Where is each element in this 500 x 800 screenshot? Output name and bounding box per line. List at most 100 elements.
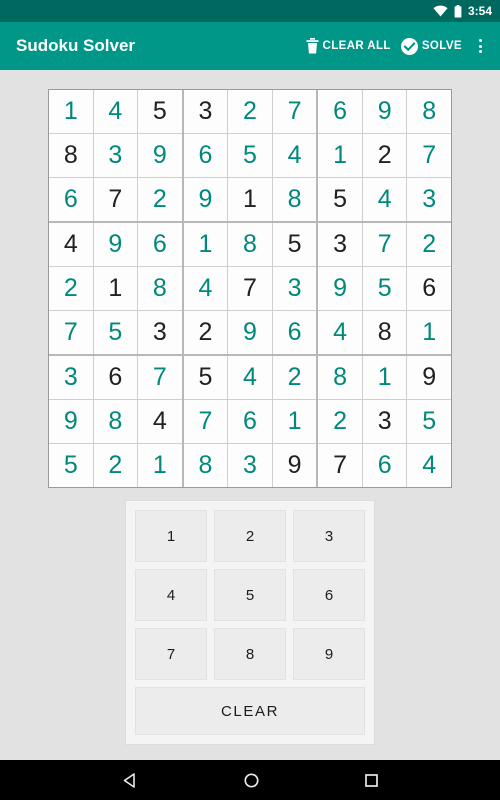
sudoku-cell[interactable]: 4 — [407, 444, 451, 487]
sudoku-cell[interactable]: 6 — [183, 134, 228, 177]
sudoku-cell[interactable]: 6 — [49, 178, 93, 221]
sudoku-cell[interactable]: 2 — [272, 356, 317, 399]
number-button-5[interactable]: 5 — [214, 569, 286, 621]
number-button-1[interactable]: 1 — [135, 510, 207, 562]
sudoku-cell[interactable]: 8 — [183, 444, 228, 487]
sudoku-cell[interactable]: 7 — [407, 134, 451, 177]
sudoku-cell[interactable]: 8 — [362, 311, 407, 354]
sudoku-box: 372 956 481 — [318, 223, 451, 354]
sudoku-cell[interactable]: 4 — [93, 90, 138, 133]
sudoku-cell[interactable]: 3 — [228, 444, 272, 487]
clear-button[interactable]: CLEAR — [135, 687, 365, 735]
sudoku-cell[interactable]: 5 — [93, 311, 138, 354]
sudoku-cell[interactable]: 2 — [138, 178, 182, 221]
number-button-4[interactable]: 4 — [135, 569, 207, 621]
more-vert-icon[interactable] — [472, 39, 488, 53]
sudoku-cell[interactable]: 9 — [49, 400, 93, 443]
sudoku-cell[interactable]: 6 — [318, 90, 362, 133]
sudoku-cell[interactable]: 4 — [272, 134, 317, 177]
sudoku-cell[interactable]: 7 — [228, 267, 272, 310]
sudoku-cell[interactable]: 4 — [49, 223, 93, 266]
recents-square-icon[interactable] — [364, 773, 379, 788]
sudoku-cell[interactable]: 2 — [318, 400, 362, 443]
number-button-9[interactable]: 9 — [293, 628, 365, 680]
sudoku-cell[interactable]: 6 — [362, 444, 407, 487]
sudoku-cell[interactable]: 4 — [138, 400, 182, 443]
sudoku-cell[interactable]: 4 — [183, 267, 228, 310]
sudoku-cell[interactable]: 2 — [49, 267, 93, 310]
sudoku-board[interactable]: 1458396723276549186981275434962187531854… — [48, 89, 452, 488]
sudoku-cell[interactable]: 7 — [318, 444, 362, 487]
sudoku-cell[interactable]: 2 — [183, 311, 228, 354]
number-button-3[interactable]: 3 — [293, 510, 365, 562]
sudoku-cell[interactable]: 8 — [272, 178, 317, 221]
sudoku-cell[interactable]: 9 — [272, 444, 317, 487]
sudoku-cell[interactable]: 7 — [138, 356, 182, 399]
sudoku-cell[interactable]: 2 — [93, 444, 138, 487]
sudoku-cell[interactable]: 7 — [93, 178, 138, 221]
sudoku-cell[interactable]: 5 — [183, 356, 228, 399]
sudoku-cell[interactable]: 3 — [272, 267, 317, 310]
sudoku-cell[interactable]: 9 — [362, 90, 407, 133]
sudoku-cell[interactable]: 5 — [318, 178, 362, 221]
sudoku-cell[interactable]: 5 — [272, 223, 317, 266]
sudoku-cell[interactable]: 5 — [49, 444, 93, 487]
sudoku-cell[interactable]: 9 — [93, 223, 138, 266]
sudoku-cell[interactable]: 5 — [138, 90, 182, 133]
sudoku-cell[interactable]: 1 — [228, 178, 272, 221]
sudoku-cell[interactable]: 3 — [362, 400, 407, 443]
sudoku-cell[interactable]: 1 — [407, 311, 451, 354]
sudoku-cell[interactable]: 7 — [362, 223, 407, 266]
sudoku-cell[interactable]: 8 — [318, 356, 362, 399]
home-circle-icon[interactable] — [243, 772, 260, 789]
sudoku-cell[interactable]: 5 — [228, 134, 272, 177]
sudoku-cell[interactable]: 7 — [272, 90, 317, 133]
sudoku-cell[interactable]: 3 — [318, 223, 362, 266]
number-button-6[interactable]: 6 — [293, 569, 365, 621]
sudoku-cell[interactable]: 9 — [407, 356, 451, 399]
sudoku-cell[interactable]: 6 — [93, 356, 138, 399]
sudoku-box: 496 218 753 — [49, 223, 182, 354]
solve-button[interactable]: SOLVE — [400, 37, 462, 55]
sudoku-cell[interactable]: 1 — [318, 134, 362, 177]
sudoku-cell[interactable]: 6 — [407, 267, 451, 310]
sudoku-cell[interactable]: 8 — [93, 400, 138, 443]
sudoku-cell[interactable]: 3 — [93, 134, 138, 177]
sudoku-cell[interactable]: 3 — [407, 178, 451, 221]
sudoku-cell[interactable]: 9 — [183, 178, 228, 221]
sudoku-cell[interactable]: 8 — [407, 90, 451, 133]
sudoku-cell[interactable]: 5 — [407, 400, 451, 443]
sudoku-cell[interactable]: 2 — [407, 223, 451, 266]
sudoku-cell[interactable]: 7 — [183, 400, 228, 443]
sudoku-cell[interactable]: 2 — [228, 90, 272, 133]
sudoku-cell[interactable]: 6 — [272, 311, 317, 354]
back-triangle-icon[interactable] — [122, 772, 139, 789]
sudoku-cell[interactable]: 1 — [362, 356, 407, 399]
sudoku-cell[interactable]: 4 — [228, 356, 272, 399]
sudoku-cell[interactable]: 1 — [49, 90, 93, 133]
number-button-7[interactable]: 7 — [135, 628, 207, 680]
sudoku-cell[interactable]: 3 — [138, 311, 182, 354]
sudoku-cell[interactable]: 5 — [362, 267, 407, 310]
number-button-8[interactable]: 8 — [214, 628, 286, 680]
sudoku-cell[interactable]: 8 — [138, 267, 182, 310]
sudoku-cell[interactable]: 7 — [49, 311, 93, 354]
sudoku-cell[interactable]: 9 — [228, 311, 272, 354]
number-button-2[interactable]: 2 — [214, 510, 286, 562]
sudoku-cell[interactable]: 8 — [49, 134, 93, 177]
sudoku-cell[interactable]: 8 — [228, 223, 272, 266]
sudoku-cell[interactable]: 3 — [49, 356, 93, 399]
sudoku-cell[interactable]: 1 — [138, 444, 182, 487]
sudoku-cell[interactable]: 2 — [362, 134, 407, 177]
sudoku-cell[interactable]: 4 — [362, 178, 407, 221]
sudoku-cell[interactable]: 6 — [228, 400, 272, 443]
sudoku-cell[interactable]: 1 — [93, 267, 138, 310]
sudoku-cell[interactable]: 9 — [138, 134, 182, 177]
sudoku-cell[interactable]: 4 — [318, 311, 362, 354]
sudoku-cell[interactable]: 3 — [183, 90, 228, 133]
sudoku-cell[interactable]: 1 — [272, 400, 317, 443]
clear-all-button[interactable]: CLEAR ALL — [306, 38, 391, 54]
sudoku-cell[interactable]: 6 — [138, 223, 182, 266]
sudoku-cell[interactable]: 9 — [318, 267, 362, 310]
sudoku-cell[interactable]: 1 — [183, 223, 228, 266]
